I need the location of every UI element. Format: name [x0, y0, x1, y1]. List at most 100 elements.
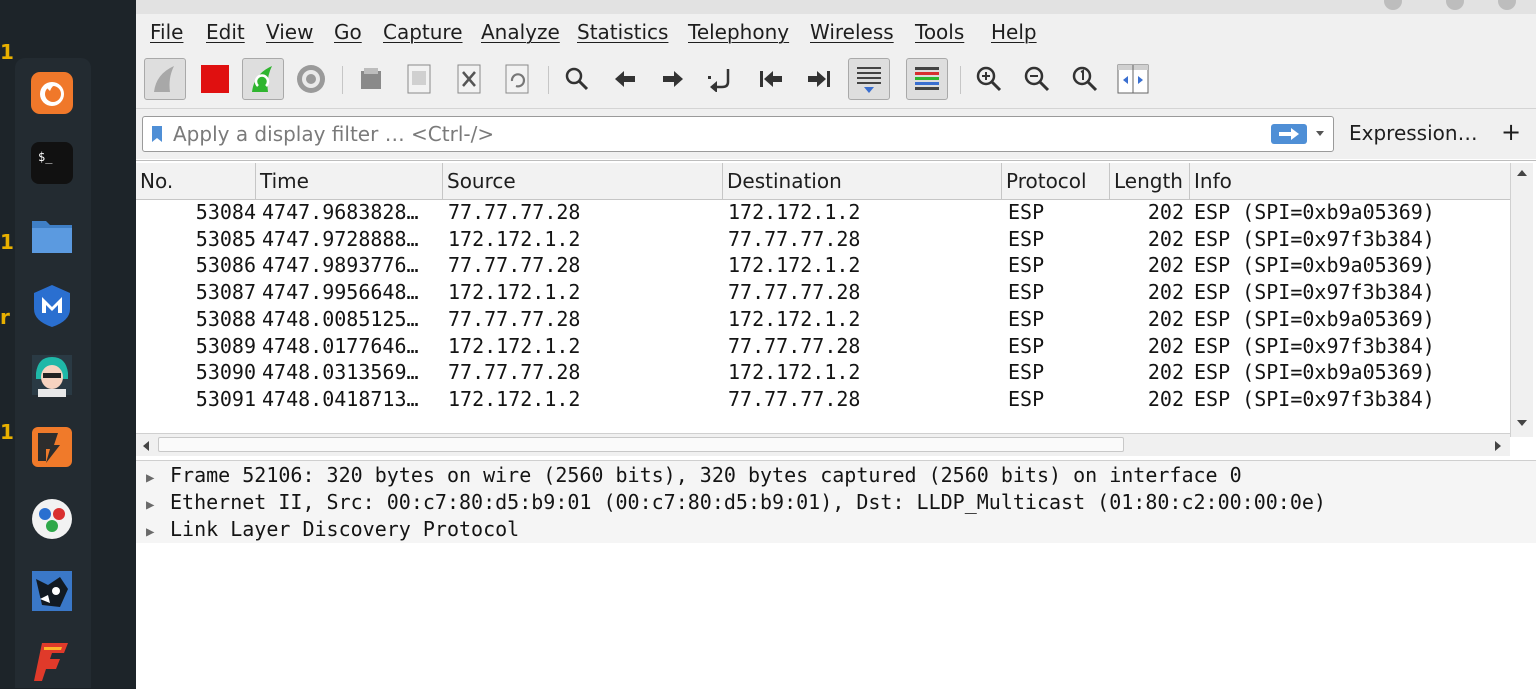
tree-item-frame[interactable]: ▶ Frame 52106: 320 bytes on wire (2560 bi… [146, 462, 1242, 489]
tree-item-ethernet[interactable]: ▶ Ethernet II, Src: 00:c7:80:d5:b9:01 (00… [146, 489, 1326, 516]
first-packet-icon[interactable] [750, 58, 792, 100]
firefox-icon[interactable] [29, 70, 75, 116]
horizontal-scroll-thumb[interactable] [158, 437, 1124, 452]
table-row[interactable]: 53091 4748.0418713… 172.172.1.2 77.77.77.28… [136, 386, 1510, 413]
cell-no: 53087 [195, 280, 256, 305]
chevron-down-icon[interactable] [1315, 130, 1325, 138]
packet-list: No. Time Source Destination Protocol Len… [136, 160, 1536, 461]
column-header-no[interactable]: No. [136, 163, 256, 199]
minimize-button[interactable] [1384, 0, 1402, 10]
column-header-time[interactable]: Time [256, 163, 443, 199]
menu-help[interactable]: Help [991, 20, 1037, 44]
cell-no: 53091 [195, 386, 256, 411]
expand-arrow-icon[interactable]: ▶ [146, 519, 170, 546]
scroll-left-icon[interactable] [142, 440, 150, 452]
cell-length: 202 [1147, 200, 1184, 224]
column-header-source[interactable]: Source [443, 163, 723, 199]
cell-info: ESP (SPI=0xb9a05369) [1194, 360, 1435, 385]
expand-arrow-icon[interactable]: ▶ [146, 492, 170, 519]
menu-tools[interactable]: Tools [915, 20, 964, 44]
burpsuite-icon[interactable] [29, 424, 75, 470]
title-bar [136, 0, 1536, 14]
scroll-right-icon[interactable] [1494, 440, 1502, 452]
maltego-icon[interactable] [29, 496, 75, 542]
zoom-in-icon[interactable] [968, 58, 1010, 100]
menu-file[interactable]: File [150, 20, 183, 44]
last-packet-icon[interactable] [798, 58, 840, 100]
cell-length: 202 [1147, 226, 1184, 251]
cell-source: 172.172.1.2 [448, 333, 581, 358]
close-button[interactable] [1498, 0, 1516, 10]
table-row[interactable]: 53085 4747.9728888… 172.172.1.2 77.77.77.28… [136, 226, 1510, 253]
terminal-icon[interactable]: $_ [29, 140, 75, 186]
tree-item-label: Frame 52106: 320 bytes on wire (2560 bit… [170, 463, 1242, 487]
table-row[interactable]: 53084 4747.9683828… 77.77.77.28 172.172.1.2… [136, 199, 1510, 226]
column-header-protocol[interactable]: Protocol [1002, 163, 1110, 199]
packet-list-header: No. Time Source Destination Protocol Len… [136, 163, 1510, 200]
column-header-destination[interactable]: Destination [723, 163, 1002, 199]
tree-item-lldp[interactable]: ▶ Link Layer Discovery Protocol [146, 516, 519, 543]
menu-statistics[interactable]: Statistics [577, 20, 668, 44]
autoscroll-icon[interactable] [848, 58, 890, 100]
cell-source: 77.77.77.28 [448, 253, 581, 278]
menu-capture[interactable]: Capture [383, 20, 463, 44]
maximize-button[interactable] [1446, 0, 1464, 10]
find-packet-icon[interactable] [556, 58, 598, 100]
start-capture-button[interactable] [144, 58, 186, 100]
menu-view[interactable]: View [266, 20, 313, 44]
table-row[interactable]: 53090 4748.0313569… 77.77.77.28 172.172.1.2… [136, 359, 1510, 386]
resize-columns-icon[interactable] [1112, 58, 1154, 100]
apply-filter-arrow-icon[interactable] [1271, 124, 1307, 144]
cell-length: 202 [1147, 360, 1184, 385]
cell-time: 4748.0418713… [262, 386, 419, 411]
table-row[interactable]: 53086 4747.9893776… 77.77.77.28 172.172.1.2… [136, 252, 1510, 279]
menu-edit[interactable]: Edit [206, 20, 245, 44]
cell-time: 4747.9893776… [262, 253, 419, 278]
cell-time: 4748.0313569… [262, 360, 419, 385]
zoom-out-icon[interactable] [1016, 58, 1058, 100]
display-filter-input[interactable] [173, 120, 1263, 148]
table-row[interactable]: 53087 4747.9956648… 172.172.1.2 77.77.77.28… [136, 279, 1510, 306]
restart-capture-button[interactable] [242, 58, 284, 100]
vertical-scrollbar[interactable] [1510, 163, 1533, 437]
table-row[interactable]: 53089 4748.0177646… 172.172.1.2 77.77.77.28… [136, 333, 1510, 360]
anime-avatar-icon[interactable] [29, 352, 75, 398]
go-to-packet-icon[interactable] [700, 58, 742, 100]
beef-icon[interactable] [29, 568, 75, 614]
go-back-icon[interactable] [604, 58, 646, 100]
stop-capture-button[interactable] [194, 58, 236, 100]
metasploit-icon[interactable] [29, 282, 75, 328]
menu-telephony[interactable]: Telephony [688, 20, 789, 44]
faraday-icon[interactable] [29, 638, 75, 684]
table-row[interactable]: 53088 4748.0085125… 77.77.77.28 172.172.1.2… [136, 306, 1510, 333]
zoom-reset-icon[interactable] [1064, 58, 1106, 100]
save-file-button[interactable] [398, 58, 440, 100]
colorize-icon[interactable] [906, 58, 948, 100]
menu-analyze[interactable]: Analyze [481, 20, 560, 44]
column-header-info[interactable]: Info [1190, 163, 1510, 199]
reload-file-button[interactable] [496, 58, 538, 100]
wireshark-window: File Edit View Go Capture Analyze Statis… [136, 0, 1536, 689]
files-icon[interactable] [29, 212, 75, 258]
menu-go[interactable]: Go [334, 20, 362, 44]
scroll-up-icon[interactable] [1516, 169, 1528, 177]
scroll-down-icon[interactable] [1516, 419, 1528, 427]
expand-arrow-icon[interactable]: ▶ [146, 465, 170, 492]
cell-source: 172.172.1.2 [448, 280, 581, 305]
column-header-length[interactable]: Length [1110, 163, 1190, 199]
menu-wireless[interactable]: Wireless [810, 20, 894, 44]
toolbar-separator [960, 66, 961, 94]
open-file-button[interactable] [350, 58, 392, 100]
close-file-button[interactable] [448, 58, 490, 100]
cell-destination: 77.77.77.28 [728, 280, 861, 305]
bookmark-icon[interactable] [151, 125, 163, 143]
capture-options-button[interactable] [290, 58, 332, 100]
cell-no: 53088 [195, 306, 256, 331]
go-forward-icon[interactable] [652, 58, 694, 100]
horizontal-scrollbar[interactable] [136, 433, 1510, 456]
add-filter-button[interactable]: + [1501, 118, 1521, 146]
cell-source: 172.172.1.2 [448, 226, 581, 251]
expression-button[interactable]: Expression… [1349, 121, 1478, 145]
cell-length: 202 [1147, 280, 1184, 305]
cell-info: ESP (SPI=0xb9a05369) [1194, 306, 1435, 331]
